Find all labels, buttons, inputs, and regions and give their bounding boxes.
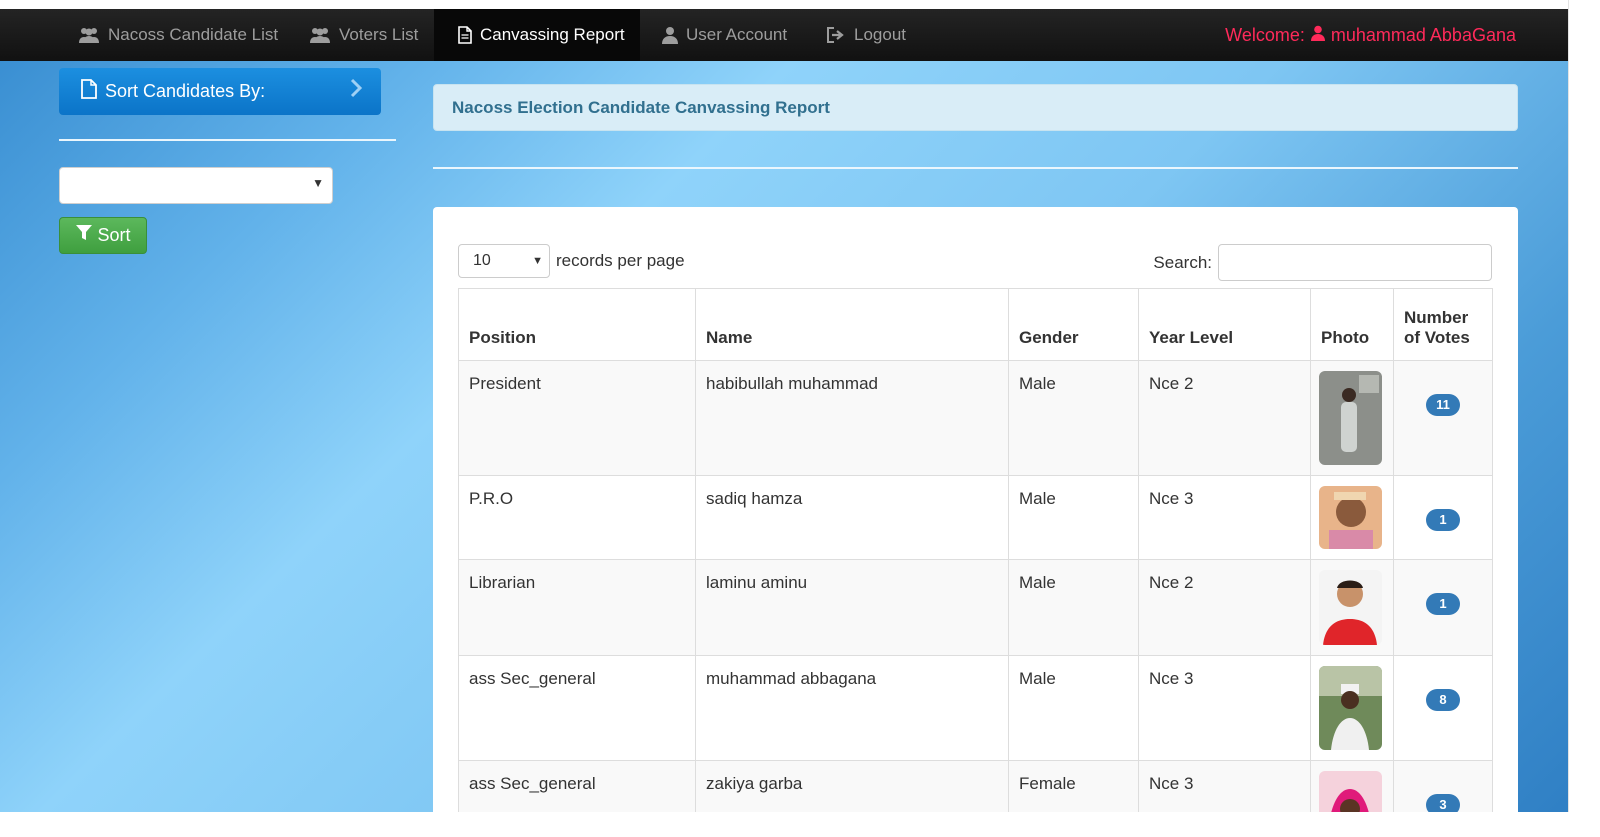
sort-button-label: Sort [97, 225, 131, 245]
nav-candidate-list[interactable]: Nacoss Candidate List [78, 9, 278, 61]
cell-gender: Male [1008, 475, 1139, 560]
sort-select[interactable]: ▼ [59, 167, 333, 204]
report-title: Nacoss Election Candidate Canvassing Rep… [452, 98, 830, 117]
caret-down-icon: ▼ [312, 176, 324, 190]
column-header-votes[interactable]: Number of Votes [1393, 288, 1493, 361]
table-header-row: Position Name Gender Year Level Photo Nu… [458, 288, 1493, 361]
sort-candidates-label: Sort Candidates By: [105, 81, 266, 101]
nav-voters-list[interactable]: Voters List [309, 9, 418, 61]
table-row: Librarian laminu aminu Male Nce 2 1 [458, 559, 1493, 656]
logout-icon [826, 26, 846, 44]
search-input[interactable] [1218, 244, 1492, 281]
cell-name: laminu aminu [695, 559, 1009, 656]
cell-year-level: Nce 3 [1138, 475, 1311, 560]
cell-name: zakiya garba [695, 760, 1009, 817]
file-icon [81, 79, 97, 104]
candidate-photo [1319, 371, 1382, 465]
sort-candidates-heading[interactable]: Sort Candidates By: [59, 68, 381, 115]
cell-votes: 3 [1393, 760, 1493, 817]
table-row: President habibullah muhammad Male Nce 2… [458, 360, 1493, 476]
cell-gender: Male [1008, 655, 1139, 761]
cell-position: President [458, 360, 696, 476]
cell-year-level: Nce 2 [1138, 360, 1311, 476]
column-header-year-level[interactable]: Year Level [1138, 288, 1311, 361]
cell-year-level: Nce 3 [1138, 655, 1311, 761]
cell-photo [1310, 760, 1394, 817]
nav-canvassing-report[interactable]: Canvassing Report [434, 9, 640, 61]
cell-gender: Male [1008, 360, 1139, 476]
nav-logout-label: Logout [854, 25, 906, 44]
column-header-position[interactable]: Position [458, 288, 696, 361]
nav-user-account[interactable]: User Account [662, 9, 787, 61]
cell-position: ass Sec_general [458, 760, 696, 817]
candidates-table: Position Name Gender Year Level Photo Nu… [458, 288, 1493, 817]
cell-position: Librarian [458, 559, 696, 656]
column-header-gender[interactable]: Gender [1008, 288, 1139, 361]
records-per-page-value: 10 [473, 252, 491, 269]
nav-logout[interactable]: Logout [826, 9, 906, 61]
cell-photo [1310, 475, 1394, 560]
cell-name: muhammad abbagana [695, 655, 1009, 761]
file-icon [458, 26, 472, 44]
welcome-prefix: Welcome: [1225, 25, 1305, 45]
users-icon [78, 26, 100, 44]
cell-year-level: Nce 2 [1138, 559, 1311, 656]
page-bottom-edge [0, 812, 1600, 837]
caret-down-icon: ▼ [532, 255, 543, 267]
table-row: ass Sec_general muhammad abbagana Male N… [458, 655, 1493, 761]
top-navbar: Nacoss Candidate List Voters List Canvas… [0, 9, 1568, 61]
cell-votes: 1 [1393, 475, 1493, 560]
nav-voters-list-label: Voters List [339, 25, 419, 44]
cell-photo [1310, 360, 1394, 476]
cell-year-level: Nce 3 [1138, 760, 1311, 817]
sort-button[interactable]: Sort [59, 217, 147, 254]
welcome-message: Welcome: muhammad AbbaGana [1225, 9, 1516, 61]
cell-votes: 8 [1393, 655, 1493, 761]
nav-candidate-list-label: Nacoss Candidate List [108, 25, 279, 44]
report-card: 10 ▼ records per page Search: Position N… [433, 207, 1518, 817]
cell-photo [1310, 655, 1394, 761]
cell-position: ass Sec_general [458, 655, 696, 761]
filter-icon [75, 224, 93, 247]
records-per-page-label: records per page [556, 251, 685, 270]
search-label: Search: [1153, 252, 1212, 272]
user-icon [662, 26, 678, 44]
welcome-username: muhammad AbbaGana [1330, 25, 1516, 45]
cell-position: P.R.O [458, 475, 696, 560]
table-row: ass Sec_general zakiya garba Female Nce … [458, 760, 1493, 817]
votes-badge: 1 [1426, 593, 1460, 615]
cell-name: sadiq hamza [695, 475, 1009, 560]
report-title-panel: Nacoss Election Candidate Canvassing Rep… [433, 84, 1518, 131]
search-control: Search: [1153, 244, 1492, 281]
content-divider [433, 167, 1518, 169]
votes-badge: 8 [1426, 689, 1460, 711]
table-row: P.R.O sadiq hamza Male Nce 3 1 [458, 475, 1493, 560]
cell-votes: 1 [1393, 559, 1493, 656]
candidate-photo [1319, 771, 1382, 817]
users-icon [309, 26, 331, 44]
sidebar-divider [59, 139, 396, 141]
scrollbar-gutter [1568, 0, 1600, 837]
candidate-photo [1319, 486, 1382, 549]
nav-canvassing-report-label: Canvassing Report [480, 25, 625, 44]
column-header-name[interactable]: Name [695, 288, 1009, 361]
records-per-page-control: 10 ▼ records per page [458, 244, 685, 278]
cell-name: habibullah muhammad [695, 360, 1009, 476]
candidate-photo [1319, 570, 1382, 645]
nav-user-account-label: User Account [686, 25, 788, 44]
cell-photo [1310, 559, 1394, 656]
cell-votes: 11 [1393, 360, 1493, 476]
records-per-page-select[interactable]: 10 ▼ [458, 244, 550, 278]
votes-badge: 11 [1426, 394, 1460, 416]
user-icon [1310, 10, 1325, 60]
cell-gender: Female [1008, 760, 1139, 817]
votes-badge: 1 [1426, 509, 1460, 531]
chevron-right-icon [349, 78, 363, 103]
candidate-photo [1319, 666, 1382, 750]
cell-gender: Male [1008, 559, 1139, 656]
column-header-photo[interactable]: Photo [1310, 288, 1394, 361]
